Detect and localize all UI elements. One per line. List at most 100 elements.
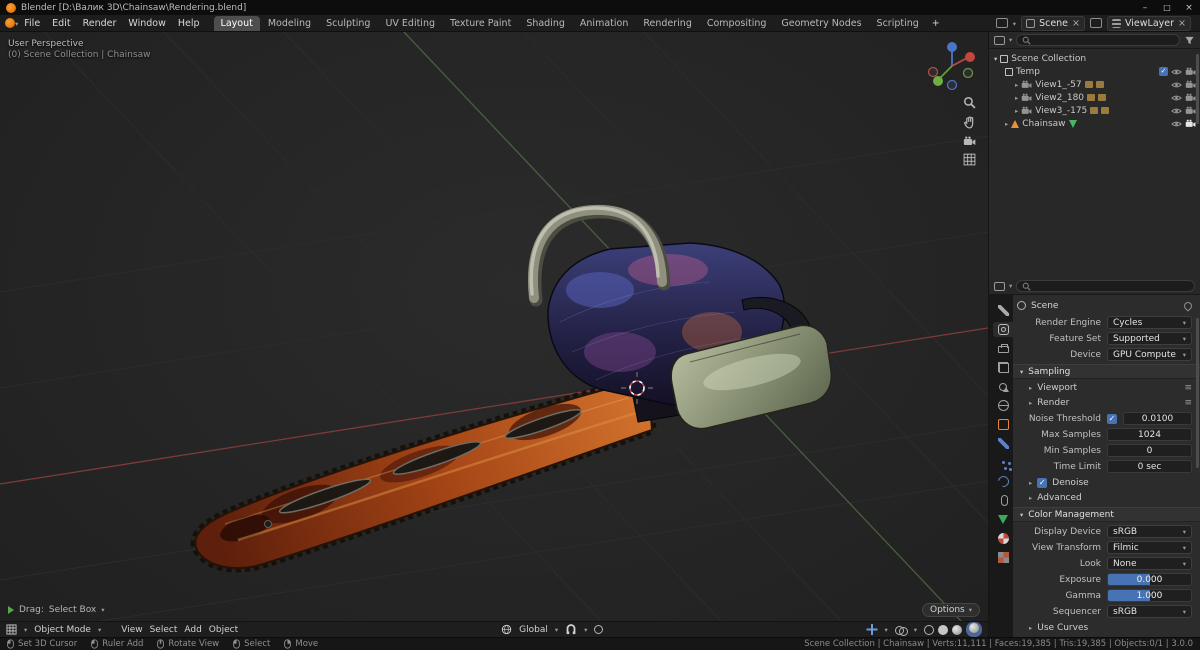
proportional-edit-icon[interactable] — [594, 625, 604, 634]
sampling-viewport-subpanel[interactable]: Viewport — [1017, 381, 1192, 394]
disable-render-camera-icon[interactable] — [1185, 80, 1196, 89]
use-curves-subpanel[interactable]: Use Curves — [1017, 621, 1192, 634]
shading-rendered-icon[interactable] — [969, 623, 980, 633]
pin-icon[interactable] — [1182, 299, 1194, 312]
mode-dropdown[interactable]: Object Mode — [34, 625, 91, 635]
shading-wireframe-icon[interactable] — [924, 624, 935, 635]
snap-magnet-icon[interactable] — [565, 624, 577, 636]
menu-render[interactable]: Render — [77, 17, 123, 30]
properties-tab-data[interactable] — [993, 512, 1013, 527]
outliner-scrollbar[interactable] — [1196, 54, 1199, 124]
properties-tab-object[interactable] — [993, 417, 1013, 432]
hide-eye-icon[interactable] — [1171, 94, 1182, 102]
menu-select[interactable]: Select — [150, 625, 178, 635]
properties-tab-modifiers[interactable] — [993, 436, 1013, 451]
toggle-ortho-icon[interactable] — [963, 153, 976, 166]
device-dropdown[interactable]: GPU Compute — [1107, 348, 1192, 361]
blender-menu-icon[interactable] — [5, 18, 15, 28]
disable-render-camera-icon[interactable] — [1185, 119, 1196, 128]
gizmo-axis-x[interactable] — [965, 52, 975, 62]
properties-tab-world[interactable] — [993, 398, 1013, 413]
menu-file[interactable]: File — [18, 17, 46, 30]
shading-material-icon[interactable] — [952, 624, 963, 635]
min-samples-field[interactable]: 0 — [1107, 444, 1192, 457]
maximize-button[interactable] — [1162, 3, 1172, 13]
menu-view[interactable]: View — [121, 625, 142, 635]
properties-editor-icon[interactable] — [994, 281, 1005, 291]
gizmo-axis-x-neg[interactable] — [927, 66, 939, 78]
properties-tab-material[interactable] — [993, 531, 1013, 546]
outliner-row-chainsaw[interactable]: Chainsaw — [989, 117, 1200, 130]
show-overlays-icon[interactable] — [894, 625, 908, 636]
outliner-row-view3[interactable]: View3_-175 — [989, 104, 1200, 117]
transform-orientation-dropdown[interactable]: Global — [519, 625, 548, 635]
filter-icon[interactable] — [1184, 35, 1195, 46]
gizmo-axis-z-neg[interactable] — [946, 79, 958, 91]
hide-eye-icon[interactable] — [1171, 107, 1182, 115]
editor-type-icon[interactable] — [6, 624, 17, 635]
close-button[interactable] — [1184, 3, 1194, 13]
zoom-icon[interactable] — [963, 96, 976, 109]
sequencer-dropdown[interactable]: sRGB — [1107, 605, 1192, 618]
active-gizmo-icon[interactable] — [866, 624, 877, 635]
view-transform-dropdown[interactable]: Filmic — [1107, 541, 1192, 554]
menu-add[interactable]: Add — [184, 625, 201, 635]
scene-selector[interactable]: Scene — [1021, 15, 1085, 31]
feature-set-dropdown[interactable]: Supported — [1107, 332, 1192, 345]
gamma-slider[interactable]: 1.000 — [1107, 589, 1192, 602]
disable-render-camera-icon[interactable] — [1185, 106, 1196, 115]
color-management-panel-header[interactable]: Color Management — [1013, 507, 1200, 522]
hide-eye-icon[interactable] — [1171, 81, 1182, 89]
preset-menu-icon[interactable] — [1184, 398, 1192, 408]
workspace-tab-compositing[interactable]: Compositing — [700, 16, 774, 31]
minimize-button[interactable] — [1140, 3, 1150, 13]
disable-render-camera-icon[interactable] — [1185, 67, 1196, 76]
collection-checkbox[interactable] — [1159, 67, 1168, 76]
pan-hand-icon[interactable] — [963, 116, 976, 129]
expand-icon[interactable] — [1015, 80, 1018, 90]
render-engine-dropdown[interactable]: Cycles — [1107, 316, 1192, 329]
noise-threshold-checkbox[interactable] — [1107, 413, 1117, 424]
workspace-tab-texture-paint[interactable]: Texture Paint — [443, 16, 518, 31]
properties-tab-scene[interactable] — [993, 379, 1013, 394]
properties-tab-constraints[interactable] — [993, 493, 1013, 508]
gizmo-axis-y[interactable] — [933, 76, 943, 86]
menu-help[interactable]: Help — [172, 17, 206, 30]
denoise-subpanel[interactable]: Denoise — [1017, 476, 1192, 489]
workspace-tab-modeling[interactable]: Modeling — [261, 16, 318, 31]
expand-icon[interactable] — [1015, 106, 1018, 116]
viewport-3d[interactable]: User Perspective (0) Scene Collection | … — [0, 32, 988, 637]
workspace-tab-geometry-nodes[interactable]: Geometry Nodes — [774, 16, 868, 31]
denoise-checkbox[interactable] — [1037, 477, 1048, 488]
camera-view-icon[interactable] — [963, 136, 976, 146]
gizmo-axis-z[interactable] — [947, 42, 957, 52]
options-dropdown[interactable]: Options — [922, 603, 980, 617]
properties-search-input[interactable] — [1016, 280, 1195, 292]
shading-solid-icon[interactable] — [938, 624, 949, 635]
properties-tab-texture[interactable] — [993, 550, 1013, 565]
viewlayer-browse-icon[interactable] — [1090, 18, 1102, 28]
properties-tab-output[interactable] — [993, 341, 1013, 356]
properties-tab-physics[interactable] — [993, 473, 1013, 490]
screen-layout-icon[interactable] — [995, 18, 1008, 28]
workspace-tab-sculpting[interactable]: Sculpting — [319, 16, 377, 31]
unlink-scene-icon[interactable] — [1072, 18, 1080, 29]
workspace-tab-scripting[interactable]: Scripting — [870, 16, 926, 31]
max-samples-field[interactable]: 1024 — [1107, 428, 1192, 441]
workspace-tab-uv-editing[interactable]: UV Editing — [378, 16, 442, 31]
menu-window[interactable]: Window — [122, 17, 171, 30]
remove-viewlayer-icon[interactable] — [1178, 18, 1186, 29]
navigation-gizmo[interactable] — [924, 38, 980, 94]
outliner-editor-icon[interactable] — [994, 35, 1005, 45]
hide-eye-icon[interactable] — [1171, 68, 1182, 76]
exposure-slider[interactable]: 0.000 — [1107, 573, 1192, 586]
advanced-subpanel[interactable]: Advanced — [1017, 491, 1192, 504]
chainsaw-model[interactable] — [190, 204, 833, 573]
active-tool-label[interactable]: Select Box — [49, 605, 96, 615]
workspace-tab-rendering[interactable]: Rendering — [636, 16, 699, 31]
properties-tab-tool[interactable] — [993, 303, 1013, 318]
add-workspace-button[interactable]: + — [927, 16, 945, 31]
workspace-tab-layout[interactable]: Layout — [213, 15, 260, 31]
properties-tab-render[interactable] — [993, 322, 1013, 337]
hide-eye-icon[interactable] — [1171, 120, 1182, 128]
